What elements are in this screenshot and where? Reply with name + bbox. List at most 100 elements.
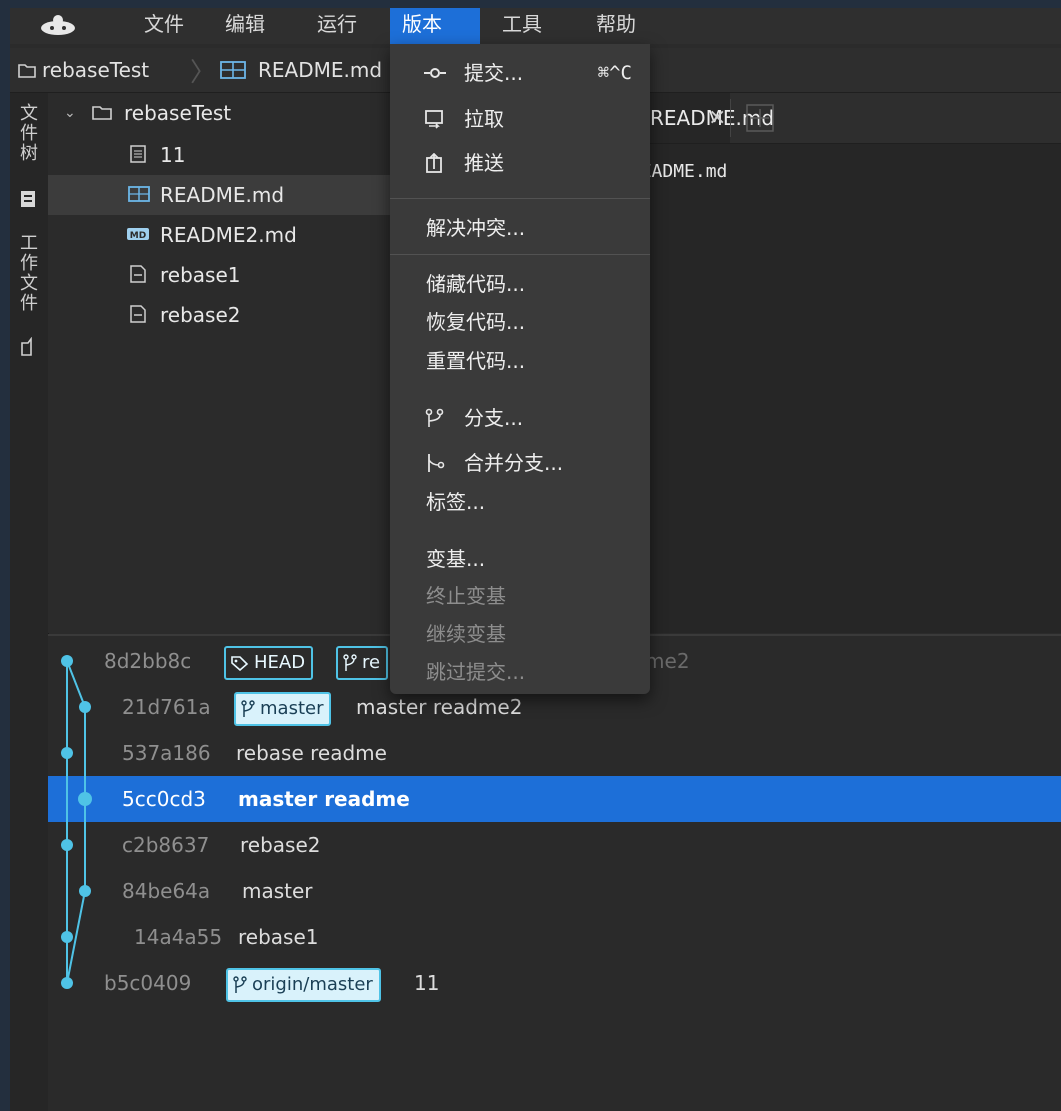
menu-item-label: 标签...: [426, 490, 486, 514]
folder-icon: [18, 64, 36, 78]
ide-window: 文件 编辑 运行 版本 工具 帮助 rebaseTest 〉 README.md…: [10, 8, 1061, 1111]
commit-message: master: [242, 879, 313, 903]
generic-file-icon: [130, 265, 146, 283]
branch-icon: [425, 408, 444, 427]
graph-node: [61, 977, 73, 989]
tag-label: HEAD: [254, 652, 306, 673]
menu-item-push[interactable]: 推送: [390, 144, 650, 182]
commit-hash: 21d761a: [122, 695, 211, 719]
chevron-right-icon: 〉: [190, 58, 217, 88]
menu-help[interactable]: 帮助: [584, 8, 648, 44]
menu-item-label: 变基...: [426, 547, 486, 571]
menu-item-label: 解决冲突...: [426, 216, 526, 240]
commit-hash: 5cc0cd3: [122, 787, 206, 811]
tag-badge[interactable]: HEAD: [224, 646, 314, 680]
app-logo-icon[interactable]: [38, 14, 78, 38]
commit-message: 11: [414, 971, 440, 995]
commit-row[interactable]: 14a4a55 rebase1: [48, 914, 1061, 960]
tree-item-rebase1[interactable]: rebase1: [48, 255, 390, 295]
menu-item-label: 分支...: [464, 406, 524, 430]
commit-graph: [61, 655, 92, 989]
git-log-panel: 8d2bb8c HEAD re readme2 21d761a master m…: [48, 634, 1061, 1111]
menu-item-branch[interactable]: 分支...: [390, 399, 650, 437]
branch-badge[interactable]: master: [234, 692, 332, 726]
branch-badge[interactable]: re: [336, 646, 389, 680]
branch-label: origin/master: [252, 974, 373, 995]
svg-text:MD: MD: [130, 231, 146, 241]
branch-icon: [343, 654, 357, 671]
tree-root-folder[interactable]: ⌄ rebaseTest: [48, 93, 390, 133]
commit-hash: 14a4a55: [134, 925, 223, 949]
tree-item-readme2[interactable]: MD README2.md: [48, 215, 390, 255]
menu-item-merge[interactable]: 合并分支...: [390, 444, 650, 482]
menu-separator: [390, 198, 650, 199]
breadcrumb-project[interactable]: rebaseTest: [42, 48, 149, 92]
menu-item-commit[interactable]: 提交... ⌘^C: [390, 54, 650, 92]
menu-item-label: 拉取: [464, 107, 504, 131]
tab-file-tree[interactable]: 文件树: [14, 103, 40, 163]
menu-item-skip-commit[interactable]: 跳过提交...: [390, 653, 650, 691]
menu-item-restore[interactable]: 恢复代码...: [390, 303, 650, 341]
tree-item-label: rebase2: [160, 303, 241, 327]
tree-item-label: 11: [160, 143, 186, 167]
tree-item-readme[interactable]: README.md: [48, 175, 390, 215]
commit-message: master readme: [238, 787, 410, 811]
tree-item-label: README.md: [160, 183, 285, 207]
tab-working-files[interactable]: 工作文件: [14, 233, 40, 313]
tag-icon: [231, 656, 249, 672]
menu-bar: 文件 编辑 运行 版本 工具 帮助: [10, 8, 1061, 44]
menu-version[interactable]: 版本: [390, 8, 480, 44]
merge-icon: [428, 454, 445, 472]
graph-node: [61, 931, 73, 943]
commit-row[interactable]: 84be64a master: [48, 868, 1061, 914]
tree-item-label: rebase1: [160, 263, 241, 287]
menu-item-resolve-conflicts[interactable]: 解决冲突...: [390, 209, 650, 247]
tree-item-label: README2.md: [160, 223, 297, 247]
graph-node: [61, 747, 73, 759]
menu-item-rebase[interactable]: 变基...: [390, 540, 650, 578]
breadcrumb-file[interactable]: README.md: [258, 48, 382, 92]
menu-item-label: 推送: [464, 151, 504, 175]
chevron-down-icon: ⌄: [64, 105, 76, 121]
menu-item-pull[interactable]: 拉取: [390, 100, 650, 138]
push-icon: [426, 153, 442, 173]
tree-item-11[interactable]: 11: [48, 135, 390, 175]
markdown-file-icon: MD: [127, 228, 149, 241]
commit-message: rebase1: [238, 925, 319, 949]
commit-row[interactable]: 537a186 rebase readme: [48, 730, 1061, 776]
text-file-icon: [130, 145, 146, 163]
activity-bar: 文件树 工作文件: [10, 93, 49, 1111]
menu-item-tag[interactable]: 标签...: [390, 483, 650, 521]
commit-row[interactable]: b5c0409 origin/master 11: [48, 960, 1061, 1006]
menu-tools[interactable]: 工具: [490, 8, 554, 44]
menu-item-label: 提交...: [464, 61, 524, 85]
branch-badge[interactable]: origin/master: [226, 968, 381, 1002]
menu-item-abort-rebase[interactable]: 终止变基: [390, 577, 650, 615]
branch-icon: [241, 700, 255, 717]
commit-hash: 84be64a: [122, 879, 211, 903]
commit-hash: b5c0409: [104, 971, 192, 995]
menu-item-continue-rebase[interactable]: 继续变基: [390, 615, 650, 653]
menu-item-label: 终止变基: [426, 584, 506, 608]
menu-item-shortcut: ⌘^C: [597, 62, 632, 84]
markdown-file-icon: [128, 186, 150, 202]
close-icon[interactable]: ×: [708, 105, 726, 130]
tree-item-rebase2[interactable]: rebase2: [48, 295, 390, 335]
working-files-icon: [21, 337, 32, 356]
plus-icon[interactable]: [746, 104, 774, 132]
menu-file[interactable]: 文件: [132, 8, 196, 44]
tree-root-label: rebaseTest: [124, 101, 232, 125]
tab-divider: [730, 99, 731, 137]
commit-row[interactable]: 5cc0cd3 master readme: [48, 776, 1061, 822]
menu-item-reset[interactable]: 重置代码...: [390, 342, 650, 380]
generic-file-icon: [130, 305, 146, 323]
menu-item-stash[interactable]: 储藏代码...: [390, 265, 650, 303]
graph-node: [79, 701, 91, 713]
branch-icon: [233, 976, 247, 993]
menu-edit[interactable]: 编辑: [213, 8, 277, 44]
commit-row[interactable]: c2b8637 rebase2: [48, 822, 1061, 868]
menu-item-label: 跳过提交...: [426, 660, 526, 684]
file-explorer: ⌄ rebaseTest 11 README.md MD README2.md …: [48, 93, 390, 633]
menu-run[interactable]: 运行: [305, 8, 369, 44]
menu-item-label: 重置代码...: [426, 349, 526, 373]
